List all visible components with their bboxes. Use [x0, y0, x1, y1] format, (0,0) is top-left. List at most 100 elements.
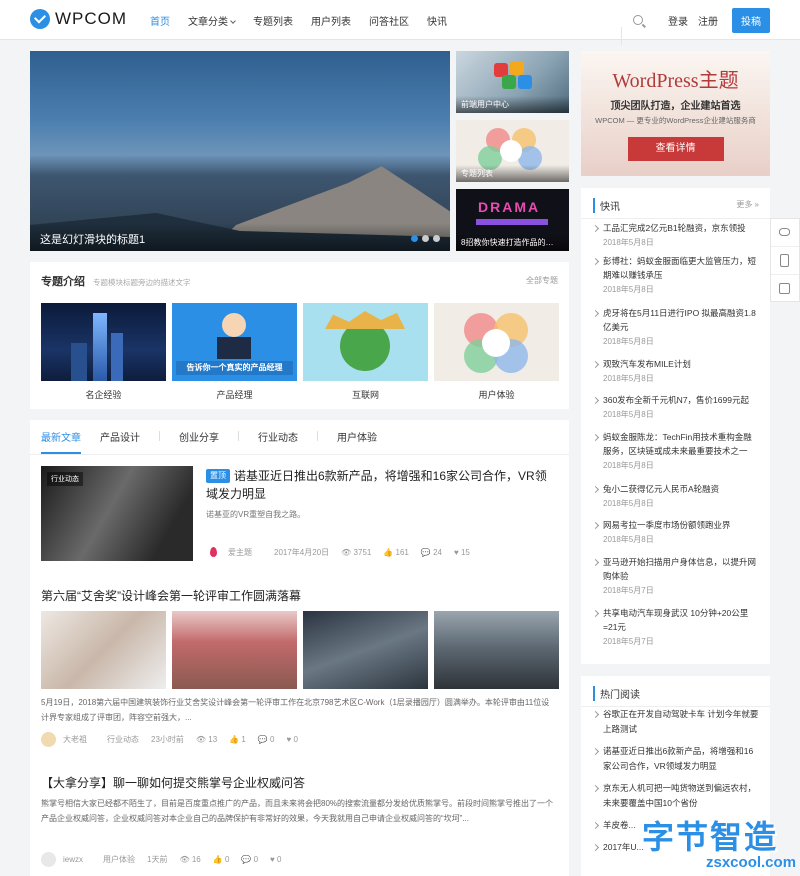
nav-home[interactable]: 首页: [150, 13, 170, 28]
skyscraper: [93, 313, 107, 381]
flash-item[interactable]: 观致汽车发布MILE计划 2018年5月8日: [593, 357, 759, 386]
tab-industry[interactable]: 行业动态: [258, 429, 298, 444]
flash-item[interactable]: 工品汇完成2亿元B1轮融资，京东领投 2018年5月8日: [593, 221, 759, 250]
flash-item[interactable]: 兔小二获得亿元人民币A轮融资 2018年5月8日: [593, 482, 759, 511]
topic-label[interactable]: 产品经理: [172, 388, 297, 401]
favorites-count[interactable]: ♥ 0: [270, 855, 281, 864]
flash-item[interactable]: 360发布全新千元机N7，售价1699元起 2018年5月8日: [593, 393, 759, 422]
post-author[interactable]: 大老祖: [63, 734, 87, 745]
nav-users[interactable]: 用户列表: [311, 13, 351, 28]
hero-slider[interactable]: 这是幻灯滑块的标题1: [30, 51, 450, 251]
post-author[interactable]: 爱主题: [228, 547, 252, 558]
favorites-count[interactable]: ♥ 0: [286, 735, 297, 744]
slide-caption: 这是幻灯滑块的标题1: [30, 223, 450, 251]
login-link[interactable]: 登录: [668, 13, 688, 28]
flash-item[interactable]: 亚马逊开始扫描用户身体信息，以提升网购体验 2018年5月7日: [593, 555, 759, 598]
topics-heading: 专题介绍: [41, 276, 85, 288]
avatar[interactable]: [41, 732, 56, 747]
topic-label[interactable]: 互联网: [303, 388, 428, 401]
post-category[interactable]: 行业动态: [107, 734, 139, 745]
tab-product-design[interactable]: 产品设计: [100, 429, 140, 444]
ad-title: WordPress主题: [612, 70, 739, 92]
share-icon[interactable]: [771, 275, 799, 303]
nav-topics[interactable]: 专题列表: [253, 13, 293, 28]
slider-dot[interactable]: [411, 235, 418, 242]
likes-count[interactable]: 👍 1: [229, 735, 246, 744]
topic-card-image[interactable]: [303, 303, 428, 381]
tab-startup[interactable]: 创业分享: [179, 429, 219, 444]
feedback-icon[interactable]: [771, 219, 799, 247]
post-excerpt: 熊掌号相信大家已经都不陌生了，目前是百度重点推广的产品，而且未来将会把80%的搜…: [41, 799, 554, 823]
slider-dot[interactable]: [422, 235, 429, 242]
slider-dot[interactable]: [433, 235, 440, 242]
nav-flash[interactable]: 快讯: [427, 13, 447, 28]
flash-item[interactable]: 虎牙将在5月11日进行IPO 拟最高融资1.8亿美元 2018年5月8日: [593, 306, 759, 349]
flash-item[interactable]: 网易考拉一季度市场份额领跑业界 2018年5月8日: [593, 518, 759, 547]
post-category[interactable]: 用户体验: [103, 854, 135, 865]
all-topics-link[interactable]: 全部专题: [526, 275, 558, 286]
post-gallery-image[interactable]: [172, 611, 297, 689]
graphic-bar: [476, 219, 548, 225]
featured-item[interactable]: DRAMA 8招教你快速打造作品的…: [456, 189, 569, 251]
likes-count[interactable]: 👍 161: [383, 548, 409, 557]
likes-value: 0: [224, 855, 230, 864]
post-author[interactable]: iewzx: [63, 855, 83, 864]
post-title-text: 诺基亚近日推出6款新产品，将增强和16家公司合作，VR领域发力明显: [206, 469, 547, 501]
flash-date: 2018年5月8日: [603, 461, 654, 470]
nav-qa[interactable]: 问答社区: [369, 13, 409, 28]
views-value: 13: [208, 735, 218, 744]
likes-count[interactable]: 👍 0: [213, 855, 230, 864]
favorites-count[interactable]: ♥ 15: [454, 548, 470, 557]
topic-label[interactable]: 用户体验: [434, 388, 559, 401]
ad-banner[interactable]: WordPress主题 顶尖团队打造，企业建站首选 WPCOM — 更专业的Wo…: [581, 51, 770, 176]
post-title[interactable]: 第六届“艾舍奖”设计峰会第一轮评审工作圆满落幕: [41, 587, 301, 604]
featured-item[interactable]: 专题列表: [456, 120, 569, 182]
post-category-tag[interactable]: 行业动态: [47, 472, 83, 486]
register-link[interactable]: 注册: [698, 13, 718, 28]
flash-item[interactable]: 彭博社：蚂蚁金服面临更大监管压力，短期难以赚钱承压 2018年5月8日: [593, 254, 759, 297]
tab-latest[interactable]: 最新文章: [41, 429, 81, 444]
floating-toolbar: [770, 218, 800, 302]
flash-title: 彭博社：蚂蚁金服面临更大监管压力，短期难以赚钱承压: [603, 256, 757, 280]
comments-count[interactable]: 💬 0: [241, 855, 258, 864]
post-thumbnail[interactable]: 行业动态: [41, 466, 193, 561]
venn-center: [500, 140, 522, 162]
topic-card-image[interactable]: 告诉你一个真实的产品经理: [172, 303, 297, 381]
post-button[interactable]: 投稿: [732, 7, 770, 33]
flash-title: 网易考拉一季度市场份额领跑业界: [603, 520, 731, 530]
hot-title: 诺基亚近日推出6款新产品，将增强和16家公司合作，VR领域发力明显: [603, 746, 754, 771]
favorites-value: 0: [293, 735, 298, 744]
site-logo[interactable]: WPCOM: [30, 9, 127, 29]
topic-card-image[interactable]: [41, 303, 166, 381]
watermark: 字节智造 zsxcool.com: [640, 814, 800, 876]
drama-graphic: DRAMA: [478, 199, 541, 215]
hot-item[interactable]: 谷歌正在开发自动驾驶卡车 计划今年就要上路测试: [593, 707, 759, 737]
search-icon[interactable]: [621, 15, 643, 45]
hot-item[interactable]: 诺基亚近日推出6款新产品，将增强和16家公司合作，VR领域发力明显: [593, 744, 759, 774]
more-link[interactable]: 更多 »: [736, 199, 759, 210]
post-gallery-image[interactable]: [41, 611, 166, 689]
post-title[interactable]: 【大拿分享】聊一聊如何提交熊掌号企业权威问答: [41, 774, 305, 791]
views-count: 👁 3751: [341, 548, 372, 557]
comments-count[interactable]: 💬 0: [258, 735, 275, 744]
phone-shape: [780, 254, 789, 267]
ad-detail-button[interactable]: 查看详情: [627, 137, 724, 161]
post-title[interactable]: 置顶 诺基亚近日推出6款新产品，将增强和16家公司合作，VR领域发力明显: [206, 467, 558, 503]
avatar[interactable]: [206, 545, 221, 560]
post-gallery-image[interactable]: [434, 611, 559, 689]
avatar[interactable]: [41, 852, 56, 867]
flash-title: 观致汽车发布MILE计划: [603, 359, 691, 369]
topic-label[interactable]: 名企经验: [41, 388, 166, 401]
post-gallery-image[interactable]: [303, 611, 428, 689]
post-meta: 大老祖 行业动态 23小时前 👁 13 👍 1 💬 0 ♥ 0: [41, 732, 310, 747]
favorites-value: 15: [460, 548, 470, 557]
topic-card-image[interactable]: [434, 303, 559, 381]
hot-item[interactable]: 京东无人机可把一吨货物送到偏远农村，未来要覆盖中国10个省份: [593, 781, 759, 811]
wechat-icon[interactable]: [771, 247, 799, 275]
comments-count[interactable]: 💬 24: [421, 548, 442, 557]
flash-item[interactable]: 共享电动汽车现身武汉 10分钟+20公里=21元 2018年5月7日: [593, 606, 759, 649]
featured-item[interactable]: 前端用户中心: [456, 51, 569, 113]
nav-categories[interactable]: 文章分类: [188, 13, 236, 28]
flash-item[interactable]: 蚂蚁金服陈龙：TechFin用技术重构金融服务，区块链或成未来最重要技术之一 20…: [593, 430, 759, 473]
tab-ux[interactable]: 用户体验: [337, 429, 377, 444]
